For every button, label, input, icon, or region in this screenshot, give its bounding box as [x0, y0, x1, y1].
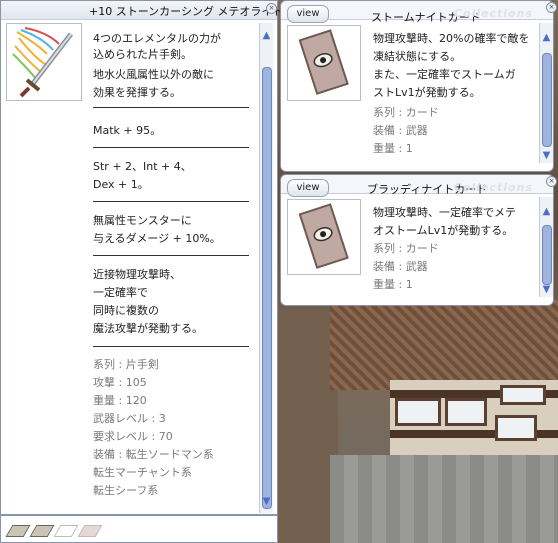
item-attr-equip: 装備 : 転生ソードマン系: [93, 448, 214, 461]
scroll-down-icon[interactable]: ▼: [541, 285, 552, 295]
card-slot-filled[interactable]: [29, 525, 55, 537]
item-proc-line: 一定確率で: [93, 286, 148, 299]
item-description-window: +10 ストーンカーシング メテオライト 1 × 4つのエレメンタルの力が 込め…: [0, 0, 294, 515]
stone-pavement: [330, 455, 558, 543]
item-matk: Matk + 95。: [93, 124, 162, 137]
scroll-thumb[interactable]: [262, 67, 272, 509]
item-desc-line: 効果を発揮する。: [93, 86, 181, 99]
scroll-thumb[interactable]: [542, 225, 552, 285]
scroll-thumb[interactable]: [542, 53, 552, 147]
divider: [93, 255, 249, 256]
divider: [93, 147, 249, 148]
card2-image: [287, 199, 361, 275]
item-attr-attack: 攻撃 : 105: [93, 376, 147, 389]
card1-image: [287, 25, 361, 101]
card2-scrollbar[interactable]: ▲ ▼: [539, 197, 553, 297]
item-attr-weight: 重量 : 120: [93, 394, 147, 407]
item-desc-line: 4つのエレメンタルの力が: [93, 32, 221, 45]
item-attr-weapon-level: 武器レベル : 3: [93, 412, 166, 425]
building-window: [495, 415, 537, 441]
building-wall-left: [278, 310, 338, 543]
card1-desc-line: 凍結状態にする。: [373, 50, 462, 63]
building-window: [500, 385, 546, 405]
scroll-down-icon[interactable]: ▼: [541, 151, 552, 161]
card1-attr-type: 系列 : カード: [373, 106, 439, 119]
item-attr-equip-line: 転生マーチャント系: [93, 466, 192, 479]
close-icon[interactable]: ×: [266, 3, 277, 14]
item-desc-line: 込められた片手剣。: [93, 48, 192, 61]
item-proc-line: 魔法攻撃が発動する。: [93, 322, 203, 335]
card-icon: [298, 203, 349, 269]
item-title: +10 ストーンカーシング メテオライト 1: [89, 5, 294, 18]
card2-close-icon[interactable]: ×: [546, 176, 557, 187]
card1-watermark: Collections: [453, 7, 533, 20]
item-desc-line: 地水火風属性以外の敵に: [93, 68, 214, 81]
card2-watermark: Collections: [453, 181, 533, 194]
card-window-bloody-knight: ブラッディナイトカード Collections view 物理攻撃時、一定確率で…: [280, 174, 554, 306]
card1-attr-weight: 重量 : 1: [373, 142, 413, 155]
scroll-up-icon[interactable]: ▲: [541, 207, 552, 217]
item-stat-line: Str + 2、Int + 4、: [93, 160, 192, 173]
card2-view-button[interactable]: view: [287, 179, 329, 197]
card2-desc-line: オストームLv1が発動する。: [373, 224, 514, 237]
card-slot-empty[interactable]: [77, 525, 103, 537]
card1-close-icon[interactable]: ×: [546, 2, 557, 13]
card2-attr-weight: 重量 : 1: [373, 278, 413, 291]
card-icon: [298, 29, 349, 95]
item-damage-line: 与えるダメージ + 10%。: [93, 232, 221, 245]
item-attr-type: 系列 : 片手剣: [93, 358, 159, 371]
card1-scrollbar[interactable]: ▲ ▼: [539, 23, 553, 163]
building-roof: [330, 300, 558, 390]
card1-desc-line: 物理攻撃時、20%の確率で敵を: [373, 32, 530, 45]
divider: [93, 107, 249, 108]
divider: [93, 346, 249, 347]
sword-icon: [12, 27, 73, 98]
card1-desc-line: また、一定確率でストームガ: [373, 68, 516, 81]
card-slot-filled[interactable]: [5, 525, 31, 537]
card1-desc-line: ストLv1が発動する。: [373, 86, 481, 99]
building-window: [395, 398, 441, 426]
card2-desc-line: 物理攻撃時、一定確率でメテ: [373, 206, 516, 219]
item-image: [6, 23, 82, 101]
card-slot-bar: [0, 515, 278, 543]
item-window-titlebar[interactable]: +10 ストーンカーシング メテオライト 1: [1, 1, 294, 20]
item-scrollbar[interactable]: ▲ ▼: [259, 23, 273, 513]
card1-view-button[interactable]: view: [287, 5, 329, 23]
item-stat-line: Dex + 1。: [93, 178, 149, 191]
card2-attr-equip: 装備 : 武器: [373, 260, 428, 273]
scroll-up-icon[interactable]: ▲: [541, 33, 552, 43]
card-slot-empty[interactable]: [53, 525, 79, 537]
item-proc-line: 同時に複数の: [93, 304, 159, 317]
building-window: [445, 398, 487, 426]
divider: [93, 201, 249, 202]
scroll-up-icon[interactable]: ▲: [261, 31, 272, 41]
item-attr-required-level: 要求レベル : 70: [93, 430, 173, 443]
card1-attr-equip: 装備 : 武器: [373, 124, 428, 137]
card2-attr-type: 系列 : カード: [373, 242, 439, 255]
item-damage-line: 無属性モンスターに: [93, 214, 192, 227]
item-attr-equip-line: 転生シーフ系: [93, 484, 159, 497]
card-window-storm-knight: ストームナイトカード Collections view 物理攻撃時、20%の確率…: [280, 0, 554, 172]
scroll-down-icon[interactable]: ▼: [261, 497, 272, 507]
item-proc-line: 近接物理攻撃時、: [93, 268, 181, 281]
